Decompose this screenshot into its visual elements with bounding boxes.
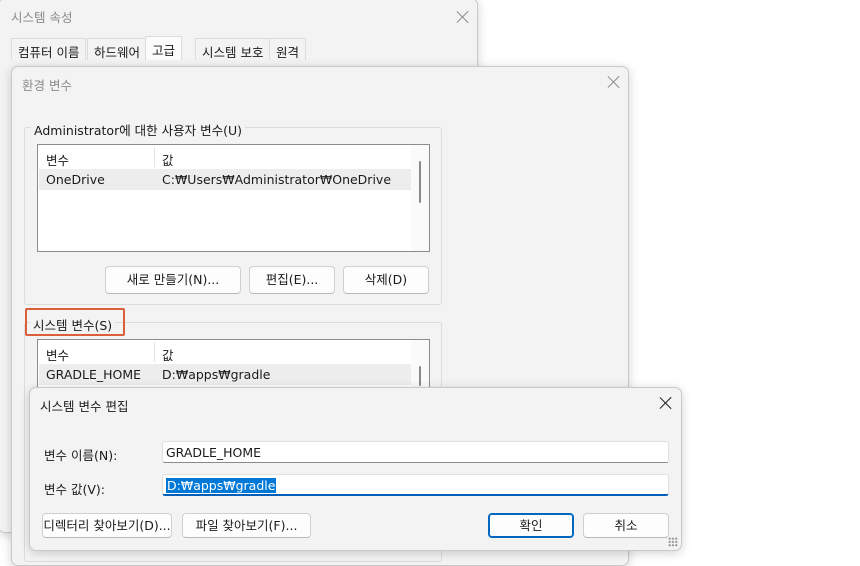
column-header-value[interactable]: 값	[162, 345, 174, 364]
tab-remote[interactable]: 원격	[269, 38, 307, 60]
title-bar: 시스템 변수 편집	[30, 388, 681, 418]
close-icon[interactable]	[455, 9, 471, 25]
tab-system-protection[interactable]: 시스템 보호	[195, 38, 271, 60]
close-icon[interactable]	[606, 74, 622, 90]
tab-advanced[interactable]: 고급	[145, 36, 183, 60]
cell-variable-name: GRADLE_HOME	[46, 367, 142, 382]
user-variables-list[interactable]: 변수 값 OneDrive C:₩Users₩Administrator₩One…	[37, 144, 430, 252]
ok-button[interactable]: 확인	[488, 513, 574, 538]
column-divider	[154, 147, 155, 167]
edit-variable-button[interactable]: 편집(E)...	[249, 266, 335, 294]
edit-system-variable-dialog: 시스템 변수 편집 변수 이름(N): GRADLE_HOME 변수 값(V):…	[29, 387, 682, 551]
resize-grip-icon[interactable]	[668, 537, 678, 547]
highlight-box	[25, 308, 125, 336]
title-bar: 환경 변수	[12, 67, 628, 97]
cell-variable-value: C:₩Users₩Administrator₩OneDrive	[162, 172, 392, 187]
close-icon[interactable]	[658, 395, 674, 411]
window-title: 시스템 속성	[11, 10, 73, 25]
delete-variable-button[interactable]: 삭제(D)	[343, 266, 429, 294]
new-variable-button[interactable]: 새로 만들기(N)...	[105, 266, 241, 294]
dialog-title: 시스템 변수 편집	[40, 399, 129, 414]
column-divider	[154, 342, 155, 362]
variable-name-label: 변수 이름(N):	[44, 448, 118, 463]
title-bar: 시스템 속성	[0, 0, 477, 29]
browse-file-button[interactable]: 파일 찾아보기(F)...	[182, 513, 311, 538]
vertical-scrollbar[interactable]	[411, 145, 429, 251]
column-header-name[interactable]: 변수	[46, 345, 69, 364]
cell-variable-value: D:₩apps₩gradle	[162, 367, 271, 382]
scrollbar-thumb[interactable]	[419, 161, 421, 203]
window-title: 환경 변수	[22, 78, 72, 93]
variable-value-label: 변수 값(V):	[44, 482, 105, 497]
list-header: 변수 값	[38, 340, 411, 364]
cell-variable-name: OneDrive	[46, 172, 105, 187]
list-header: 변수 값	[38, 145, 411, 169]
user-variables-label: Administrator에 대한 사용자 변수(U)	[31, 120, 246, 139]
browse-directory-button[interactable]: 디렉터리 찾아보기(D)...	[42, 513, 172, 538]
column-header-name[interactable]: 변수	[46, 150, 69, 169]
variable-value-input[interactable]: D:₩apps₩gradle	[162, 474, 669, 496]
table-row[interactable]: GRADLE_HOME D:₩apps₩gradle	[39, 364, 411, 385]
scrollbar-thumb[interactable]	[419, 366, 421, 386]
tab-computer-name[interactable]: 컴퓨터 이름	[11, 38, 87, 60]
cancel-button[interactable]: 취소	[583, 513, 669, 538]
column-header-value[interactable]: 값	[162, 150, 174, 169]
table-row[interactable]: OneDrive C:₩Users₩Administrator₩OneDrive	[39, 169, 411, 190]
variable-name-input[interactable]: GRADLE_HOME	[162, 441, 669, 463]
tab-hardware[interactable]: 하드웨어	[87, 38, 148, 60]
selected-text: D:₩apps₩gradle	[166, 478, 277, 493]
